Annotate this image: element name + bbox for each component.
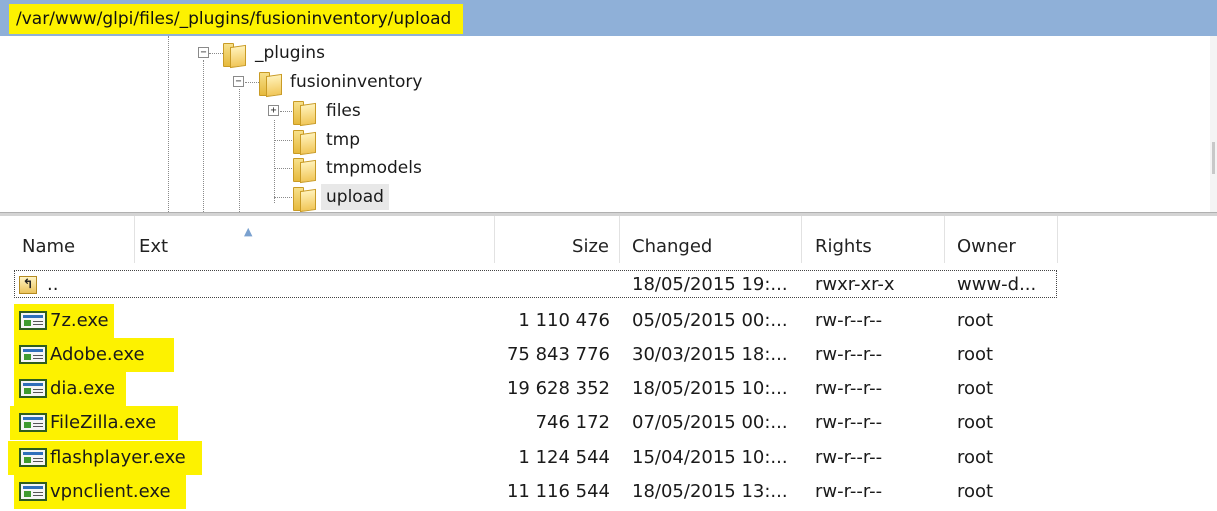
column-header-name[interactable]: Name [0, 216, 135, 263]
file-rights: rw-r--r-- [815, 481, 883, 502]
folder-icon [293, 156, 316, 184]
file-size: 746 172 [535, 412, 610, 433]
tree-guide-line [280, 111, 292, 112]
folder-icon [293, 185, 316, 213]
exe-file-icon [19, 345, 47, 364]
tree-item-upload[interactable]: upload [321, 184, 389, 210]
file-name: FileZilla.exe [50, 412, 157, 433]
column-header-size[interactable]: Size [495, 216, 620, 263]
parent-dir-icon: ↰ [19, 276, 37, 294]
tree-guide-line [274, 120, 275, 203]
tree-guide-line [274, 168, 292, 169]
exe-file-icon [19, 379, 47, 398]
file-owner: root [957, 378, 994, 399]
file-row[interactable]: 7z.exe 1 110 476 05/05/2015 00:... rw-r-… [0, 304, 1217, 338]
tree-guide-line [168, 36, 169, 212]
file-name: 7z.exe [50, 310, 109, 331]
file-owner: root [957, 412, 994, 433]
file-changed: 18/05/2015 13:... [632, 481, 788, 502]
exe-file-icon [19, 482, 47, 501]
tree-scrollbar[interactable] [1210, 36, 1217, 212]
file-row[interactable]: dia.exe 19 628 352 18/05/2015 10:... rw-… [0, 372, 1217, 406]
file-rights: rw-r--r-- [815, 412, 883, 433]
file-owner: root [957, 310, 994, 331]
folder-icon [259, 70, 282, 98]
file-size: 1 110 476 [518, 310, 610, 331]
file-owner: root [957, 344, 994, 365]
column-header-ext[interactable]: Ext [135, 216, 495, 263]
tree-guide-line [245, 82, 259, 83]
tree-item-tmpmodels[interactable]: tmpmodels [326, 155, 422, 181]
file-size: 75 843 776 [506, 344, 610, 365]
file-rights: rw-r--r-- [815, 378, 883, 399]
file-row[interactable]: flashplayer.exe 1 124 544 15/04/2015 10:… [0, 441, 1217, 475]
file-changed: 05/05/2015 00:... [632, 310, 788, 331]
column-header-rights[interactable]: Rights [802, 216, 945, 263]
file-row[interactable]: Adobe.exe 75 843 776 30/03/2015 18:... r… [0, 338, 1217, 372]
tree-guide-line [209, 53, 223, 54]
file-name: dia.exe [50, 378, 116, 399]
tree-item-tmp[interactable]: tmp [326, 127, 360, 153]
file-row[interactable]: vpnclient.exe 11 116 544 18/05/2015 13:.… [0, 475, 1217, 509]
file-list-header: Name Ext ▲ Size Changed Rights Owner [0, 216, 1217, 263]
file-owner: root [957, 447, 994, 468]
file-rights: rwxr-xr-x [815, 274, 895, 295]
expand-icon[interactable]: + [268, 105, 279, 116]
collapse-icon[interactable]: − [198, 47, 209, 58]
file-owner: root [957, 481, 994, 502]
file-owner: www-d... [957, 274, 1037, 295]
tree-guide-line [239, 89, 240, 212]
file-rights: rw-r--r-- [815, 447, 883, 468]
scrollbar-thumb[interactable] [1212, 142, 1215, 174]
file-changed: 15/04/2015 10:... [632, 447, 788, 468]
file-name: Adobe.exe [50, 344, 145, 365]
remote-path-bar[interactable]: /var/www/glpi/files/_plugins/fusioninven… [0, 0, 1217, 36]
file-changed: 18/05/2015 10:... [632, 378, 788, 399]
collapse-icon[interactable]: − [233, 76, 244, 87]
file-size: 11 116 544 [506, 481, 610, 502]
parent-directory-row[interactable]: ↰ .. 18/05/2015 19:... rwxr-xr-x www-d..… [0, 268, 1217, 302]
directory-tree[interactable]: − _plugins − fusioninventory + files tmp… [0, 36, 1217, 213]
remote-path-text: /var/www/glpi/files/_plugins/fusioninven… [9, 4, 464, 34]
file-changed: 18/05/2015 19:... [632, 274, 788, 295]
file-changed: 30/03/2015 18:... [632, 344, 788, 365]
file-rights: rw-r--r-- [815, 310, 883, 331]
folder-icon [293, 128, 316, 156]
file-name: flashplayer.exe [50, 447, 186, 468]
focus-rectangle [14, 270, 1057, 298]
file-name: vpnclient.exe [50, 481, 171, 502]
column-header-owner[interactable]: Owner [945, 216, 1058, 263]
tree-guide-line [274, 197, 292, 198]
exe-file-icon [19, 448, 47, 467]
file-rights: rw-r--r-- [815, 344, 883, 365]
exe-file-icon [19, 413, 47, 432]
file-list[interactable]: Name Ext ▲ Size Changed Rights Owner ↰ .… [0, 216, 1217, 511]
tree-item-files[interactable]: files [326, 98, 361, 124]
file-name: .. [47, 274, 59, 295]
sort-ascending-icon: ▲ [244, 225, 253, 238]
tree-item-plugins[interactable]: _plugins [255, 40, 325, 66]
file-changed: 07/05/2015 00:... [632, 412, 788, 433]
folder-icon [293, 99, 316, 127]
folder-icon [223, 41, 246, 69]
tree-guide-line [203, 60, 204, 212]
column-header-changed[interactable]: Changed [620, 216, 802, 263]
exe-file-icon [19, 311, 47, 330]
file-size: 19 628 352 [506, 378, 610, 399]
tree-item-fusioninventory[interactable]: fusioninventory [290, 69, 422, 95]
file-size: 1 124 544 [518, 447, 610, 468]
file-row[interactable]: FileZilla.exe 746 172 07/05/2015 00:... … [0, 406, 1217, 440]
tree-guide-line [274, 140, 292, 141]
